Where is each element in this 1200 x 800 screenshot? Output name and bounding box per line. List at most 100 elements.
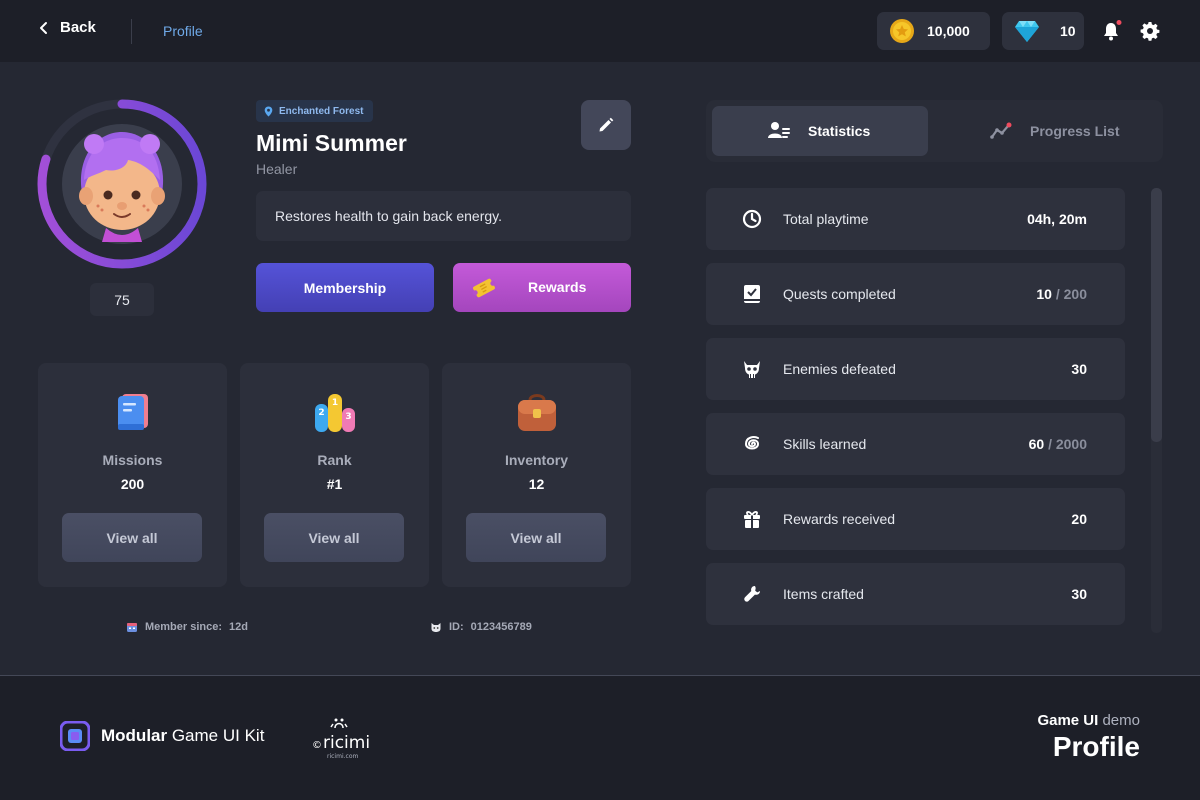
card-value: 12 bbox=[528, 476, 545, 492]
coins-counter[interactable]: 10,000 bbox=[877, 12, 990, 50]
clock-icon bbox=[742, 209, 762, 229]
gear-icon[interactable] bbox=[1140, 20, 1160, 42]
chevron-left-icon bbox=[40, 21, 47, 34]
avatar-illustration bbox=[37, 99, 207, 269]
player-description: Restores health to gain back energy. bbox=[256, 191, 631, 241]
tab-statistics-label: Statistics bbox=[808, 123, 871, 139]
stat-value: 30 bbox=[1071, 586, 1087, 602]
id-label: ID: bbox=[449, 621, 464, 633]
edit-profile-button[interactable] bbox=[581, 100, 631, 150]
stat-label: Skills learned bbox=[783, 436, 867, 452]
missions-book-icon bbox=[117, 394, 148, 430]
location-label: Enchanted Forest bbox=[279, 105, 364, 117]
gems-counter[interactable]: 10 bbox=[1002, 12, 1084, 50]
inventory-view-all-button[interactable]: View all bbox=[466, 513, 606, 562]
pencil-icon bbox=[599, 117, 614, 132]
rewards-button[interactable]: Rewards bbox=[453, 263, 631, 312]
stat-value: 30 bbox=[1071, 361, 1087, 377]
svg-text:2: 2 bbox=[318, 408, 324, 418]
card-title: Inventory bbox=[504, 452, 568, 468]
card-value: #1 bbox=[326, 476, 343, 492]
member-since: Member since: 12d bbox=[126, 621, 248, 633]
stat-label: Enemies defeated bbox=[783, 361, 896, 377]
svg-text:1: 1 bbox=[331, 398, 337, 408]
stat-value: 20 bbox=[1071, 511, 1087, 527]
gift-icon bbox=[744, 511, 760, 528]
tab-statistics[interactable]: Statistics bbox=[712, 106, 928, 156]
brand-bold: Modular bbox=[101, 726, 168, 745]
inventory-bag-icon bbox=[517, 394, 556, 431]
demo-bold: Game UI bbox=[1037, 712, 1099, 729]
coins-value: 10,000 bbox=[927, 23, 970, 39]
footer: Modular Game UI Kit © ricimi ricimi.com … bbox=[0, 676, 1200, 800]
player-name: Mimi Summer bbox=[256, 130, 407, 156]
trend-line-icon bbox=[990, 122, 1012, 139]
stat-row-skills: Skills learned 60 / 2000 bbox=[706, 413, 1125, 475]
stat-row-rewards: Rewards received 20 bbox=[706, 488, 1125, 550]
calendar-icon bbox=[127, 623, 137, 632]
member-since-label: Member since: bbox=[145, 621, 223, 633]
gems-value: 10 bbox=[1060, 23, 1076, 39]
member-since-value: 12d bbox=[229, 621, 248, 633]
ricimi-logo: © ricimi ricimi.com bbox=[312, 718, 369, 760]
demo-title: Profile bbox=[1052, 731, 1140, 762]
rank-view-all-button[interactable]: View all bbox=[264, 513, 404, 562]
book-icon bbox=[744, 285, 760, 303]
skull-icon bbox=[744, 361, 760, 378]
card-value: 200 bbox=[120, 476, 145, 492]
avatar bbox=[36, 98, 208, 270]
stat-row-playtime: Total playtime 04h, 20m bbox=[706, 188, 1125, 250]
kit-logo-icon bbox=[60, 721, 90, 751]
user-stats-icon bbox=[768, 122, 790, 138]
id-value: 0123456789 bbox=[470, 621, 532, 633]
scrollbar-thumb[interactable] bbox=[1151, 188, 1162, 442]
card-title: Rank bbox=[317, 452, 352, 468]
stat-label: Total playtime bbox=[783, 211, 869, 227]
stat-label: Quests completed bbox=[783, 286, 896, 302]
breadcrumb[interactable]: Profile bbox=[163, 23, 203, 39]
back-label: Back bbox=[60, 19, 96, 36]
stat-label: Rewards received bbox=[783, 511, 896, 527]
rank-podium-icon: 2 1 3 bbox=[314, 394, 355, 432]
location-pin-icon bbox=[264, 106, 273, 116]
stat-value: 04h, 20m bbox=[1027, 211, 1087, 227]
ricimi-url: ricimi.com bbox=[327, 753, 358, 760]
coin-icon bbox=[890, 19, 914, 43]
inventory-card: Inventory 12 View all bbox=[442, 363, 631, 587]
svg-text:©: © bbox=[312, 740, 322, 751]
stat-value: 10 / 200 bbox=[1036, 286, 1087, 302]
gem-icon bbox=[1015, 21, 1039, 42]
panel-tabs: Statistics Progress List bbox=[706, 100, 1163, 162]
missions-view-all-button[interactable]: View all bbox=[62, 513, 202, 562]
location-badge: Enchanted Forest bbox=[256, 100, 374, 122]
kit-brand: Modular Game UI Kit bbox=[60, 721, 264, 751]
tab-progress-label: Progress List bbox=[1030, 123, 1120, 139]
level-badge: 75 bbox=[90, 283, 154, 316]
rewards-label: Rewards bbox=[528, 279, 587, 295]
back-button[interactable]: Back bbox=[38, 19, 96, 36]
stat-row-quests: Quests completed 10 / 200 bbox=[706, 263, 1125, 325]
player-role: Healer bbox=[256, 161, 298, 177]
missions-card: Missions 200 View all bbox=[38, 363, 227, 587]
svg-text:3: 3 bbox=[345, 412, 351, 422]
membership-button[interactable]: Membership bbox=[256, 263, 434, 312]
header-divider bbox=[131, 19, 132, 44]
rank-card: 2 1 3 Rank #1 View all bbox=[240, 363, 429, 587]
tab-progress-list[interactable]: Progress List bbox=[934, 106, 1157, 156]
stats-list[interactable]: Total playtime 04h, 20m Quests completed… bbox=[706, 188, 1125, 638]
brand-rest: Game UI Kit bbox=[167, 726, 265, 745]
scrollbar[interactable] bbox=[1151, 188, 1162, 633]
ricimi-wordmark: ricimi bbox=[323, 733, 369, 753]
cat-face-icon bbox=[431, 623, 441, 632]
bell-icon[interactable] bbox=[1101, 20, 1123, 42]
ticket-icon bbox=[472, 278, 496, 298]
spiral-icon bbox=[744, 436, 760, 450]
wrench-icon bbox=[744, 586, 760, 602]
demo-label: Game UI demo Profile bbox=[1037, 712, 1140, 763]
stat-row-enemies: Enemies defeated 30 bbox=[706, 338, 1125, 400]
top-bar: Back Profile 10,000 10 bbox=[0, 0, 1200, 62]
stat-value: 60 / 2000 bbox=[1028, 436, 1087, 452]
demo-rest: demo bbox=[1098, 712, 1140, 729]
player-id: ID: 0123456789 bbox=[430, 621, 532, 633]
card-title: Missions bbox=[102, 452, 163, 468]
